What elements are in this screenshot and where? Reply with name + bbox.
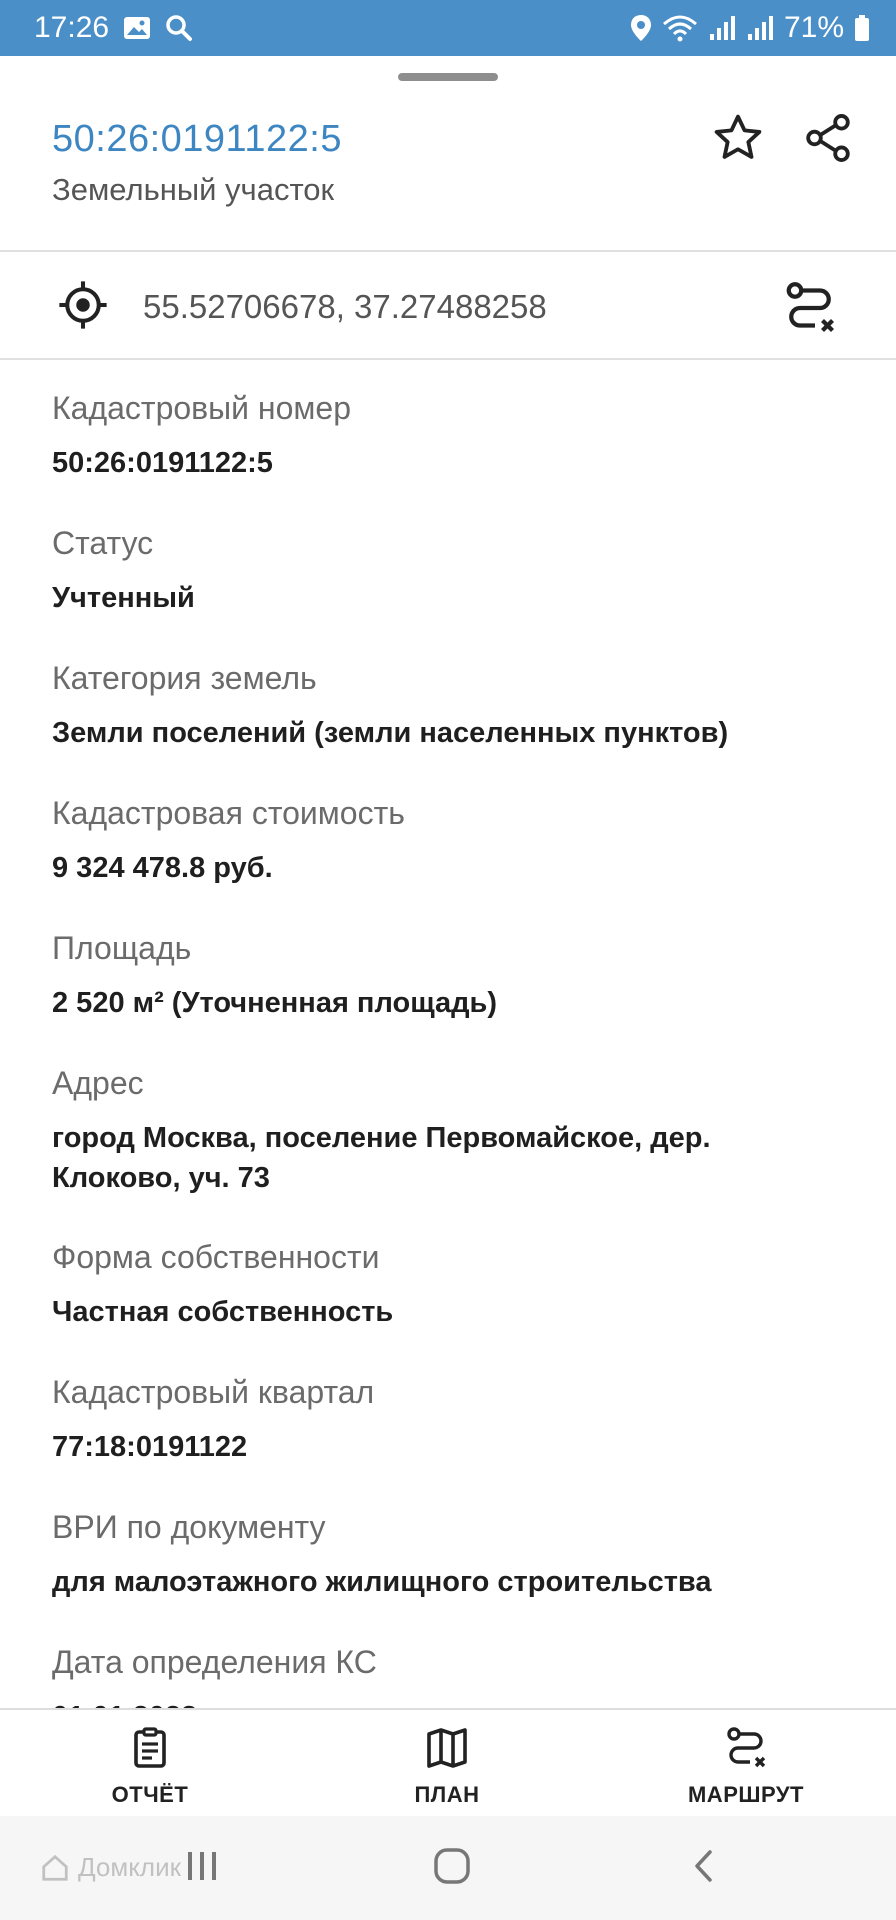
report-button[interactable]: ОТЧЁТ [65, 1724, 235, 1814]
gallery-icon [123, 16, 151, 40]
field-label: Кадастровая стоимость [52, 795, 405, 831]
field-permitted-use: ВРИ по документу для малоэтажного жилищн… [0, 1507, 751, 1602]
field-area: Площадь 2 520 м² (Уточненная площадь) [0, 928, 537, 1023]
field-value: город Москва, поселение Первомайское, де… [52, 1122, 711, 1194]
back-icon [695, 1850, 712, 1882]
battery-level: 71% [783, 11, 844, 44]
system-nav-bar: Домклик [0, 1816, 896, 1920]
route-icon [727, 1727, 766, 1768]
recents-button[interactable] [184, 1846, 220, 1891]
share-icon [806, 114, 850, 162]
field-label: Кадастровый квартал [52, 1374, 375, 1410]
field-status: Статус Учтенный [0, 523, 235, 618]
field-value: 2 520 м² (Уточненная площадь) [52, 987, 498, 1019]
house-logo-icon [42, 1854, 68, 1881]
clipboard-icon [134, 1727, 166, 1768]
watermark-text: Домклик [78, 1852, 181, 1882]
page-subtitle: Земельный участок [52, 172, 335, 207]
coordinates-text: 55.52706678, 37.27488258 [143, 288, 547, 325]
report-label: ОТЧЁТ [111, 1782, 189, 1807]
location-icon [630, 14, 652, 42]
map-icon [427, 1728, 467, 1768]
field-label: Кадастровый номер [52, 390, 351, 426]
watermark: Домклик [40, 1852, 181, 1883]
field-value: Земли поселений (земли населенных пункто… [52, 717, 729, 749]
plan-button[interactable]: ПЛАН [362, 1724, 532, 1814]
details-list[interactable]: Кадастровый номер 50:26:0191122:5 Статус… [0, 360, 896, 1708]
field-label: Адрес [52, 1065, 144, 1101]
field-value: Учтенный [52, 582, 195, 614]
sheet-header: 50:26:0191122:5 Земельный участок [0, 90, 896, 250]
sheet-drag-handle[interactable] [398, 73, 498, 81]
recents-icon [188, 1852, 216, 1880]
route-nav-button[interactable]: МАРШРУТ [661, 1724, 831, 1814]
field-value: Частная собственность [52, 1296, 394, 1328]
wifi-icon [662, 14, 698, 42]
page-title: 50:26:0191122:5 [52, 118, 342, 160]
route-button[interactable] [780, 278, 840, 338]
route-label: МАРШРУТ [687, 1782, 804, 1807]
field-value: 77:18:0191122 [52, 1431, 248, 1463]
route-icon [786, 282, 835, 333]
field-label: Статус [52, 525, 154, 561]
field-cadastral-quarter: Кадастровый квартал 77:18:0191122 [0, 1372, 414, 1467]
battery-icon [854, 14, 870, 42]
field-land-category: Категория земель Земли поселений (земли … [0, 658, 768, 753]
plan-label: ПЛАН [414, 1782, 480, 1807]
crosshair-icon [56, 278, 110, 332]
share-button[interactable] [798, 108, 858, 168]
field-ownership-form: Форма собственности Частная собственност… [0, 1237, 433, 1332]
field-value: для малоэтажного жилищного строительства [52, 1566, 712, 1598]
home-icon [434, 1848, 470, 1884]
field-label: Категория земель [52, 660, 317, 696]
status-time: 17:26 [34, 11, 110, 44]
field-label: Площадь [52, 930, 192, 966]
coordinates-row[interactable]: 55.52706678, 37.27488258 [0, 252, 896, 358]
field-label: Форма собственности [52, 1239, 380, 1275]
field-value: 9 324 478.8 руб. [52, 852, 273, 884]
star-icon [714, 114, 762, 159]
back-button[interactable] [690, 1846, 718, 1891]
field-cadastral-number: Кадастровый номер 50:26:0191122:5 [0, 388, 391, 483]
status-bar: 17:26 71% [0, 0, 896, 56]
favorite-button[interactable] [708, 108, 768, 168]
field-value: 01.01.2023 [52, 1697, 377, 1708]
field-label: ВРИ по документу [52, 1509, 326, 1545]
signal-icon [708, 14, 736, 42]
field-address: Адрес город Москва, поселение Первомайск… [0, 1063, 860, 1198]
field-cadastral-value: Кадастровая стоимость 9 324 478.8 руб. [0, 793, 445, 888]
field-label: Дата определения КС [52, 1644, 377, 1680]
home-button[interactable] [432, 1846, 472, 1891]
signal-icon-2 [746, 14, 774, 42]
field-valuation-date: Дата определения КС 01.01.2023 [0, 1642, 417, 1708]
field-value: 50:26:0191122:5 [52, 447, 273, 479]
bottom-nav: ОТЧЁТ ПЛАН МАРШРУТ [0, 1708, 896, 1816]
search-icon [165, 14, 193, 42]
